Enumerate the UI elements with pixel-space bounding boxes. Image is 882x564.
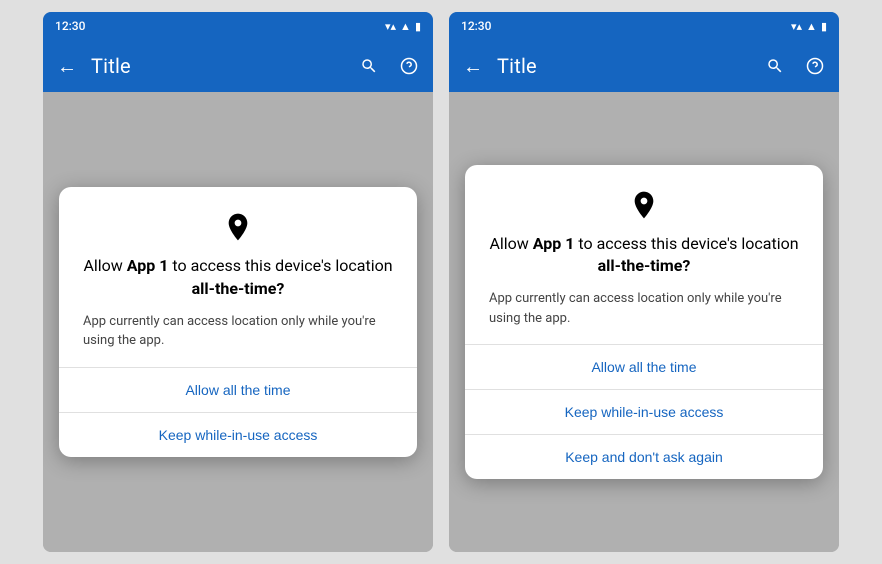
status-icons-1: ▾▴ ▲ ▮ — [385, 20, 421, 33]
app-bar-title-2: Title — [497, 54, 751, 78]
location-icon-2 — [628, 189, 660, 221]
app-bar-title-1: Title — [91, 54, 345, 78]
help-button-1[interactable] — [397, 54, 421, 78]
help-icon — [400, 57, 418, 75]
keep-while-in-use-button-2[interactable]: Keep while-in-use access — [465, 389, 823, 434]
status-icons-2: ▾▴ ▲ ▮ — [791, 20, 827, 33]
location-icon-1 — [222, 211, 254, 243]
app-bar-actions-1 — [357, 54, 421, 78]
dialog-icon-2 — [489, 189, 799, 221]
dialog-title-2: Allow App 1 to access this device's loca… — [489, 233, 799, 278]
dialog-message-1: App currently can access location only w… — [83, 312, 393, 351]
keep-dont-ask-button-2[interactable]: Keep and don't ask again — [465, 434, 823, 479]
dialog-body-2: Allow App 1 to access this device's loca… — [465, 165, 823, 329]
allow-all-time-button-2[interactable]: Allow all the time — [465, 345, 823, 389]
app-bar-1: ← Title — [43, 40, 433, 92]
dialog-body-1: Allow App 1 to access this device's loca… — [59, 187, 417, 351]
app-bar-actions-2 — [763, 54, 827, 78]
app-bar-2: ← Title — [449, 40, 839, 92]
signal-icon-2: ▲ — [806, 20, 817, 33]
help-icon-2 — [806, 57, 824, 75]
keep-while-in-use-button-1[interactable]: Keep while-in-use access — [59, 412, 417, 457]
dialog-icon-1 — [83, 211, 393, 243]
time-2: 12:30 — [461, 19, 491, 33]
search-icon — [360, 57, 378, 75]
search-icon-2 — [766, 57, 784, 75]
time-1: 12:30 — [55, 19, 85, 33]
search-button-2[interactable] — [763, 54, 787, 78]
dialog-actions-2: Allow all the time Keep while-in-use acc… — [465, 344, 823, 479]
help-button-2[interactable] — [803, 54, 827, 78]
dialog-message-2: App currently can access location only w… — [489, 289, 799, 328]
dialog-title-1: Allow App 1 to access this device's loca… — [83, 255, 393, 300]
dialog-2: Allow App 1 to access this device's loca… — [465, 165, 823, 480]
status-bar-1: 12:30 ▾▴ ▲ ▮ — [43, 12, 433, 40]
allow-all-time-button-1[interactable]: Allow all the time — [59, 368, 417, 412]
status-bar-2: 12:30 ▾▴ ▲ ▮ — [449, 12, 839, 40]
wifi-icon-2: ▾▴ — [791, 20, 802, 33]
battery-icon: ▮ — [415, 20, 421, 33]
battery-icon-2: ▮ — [821, 20, 827, 33]
dialog-1: Allow App 1 to access this device's loca… — [59, 187, 417, 457]
dialog-actions-1: Allow all the time Keep while-in-use acc… — [59, 367, 417, 457]
signal-icon: ▲ — [400, 20, 411, 33]
back-button-2[interactable]: ← — [461, 54, 485, 78]
search-button-1[interactable] — [357, 54, 381, 78]
content-1: Allow App 1 to access this device's loca… — [43, 92, 433, 552]
phone-1: 12:30 ▾▴ ▲ ▮ ← Title — [43, 12, 433, 552]
phone-2: 12:30 ▾▴ ▲ ▮ ← Title — [449, 12, 839, 552]
content-2: Allow App 1 to access this device's loca… — [449, 92, 839, 552]
wifi-icon: ▾▴ — [385, 20, 396, 33]
back-button-1[interactable]: ← — [55, 54, 79, 78]
